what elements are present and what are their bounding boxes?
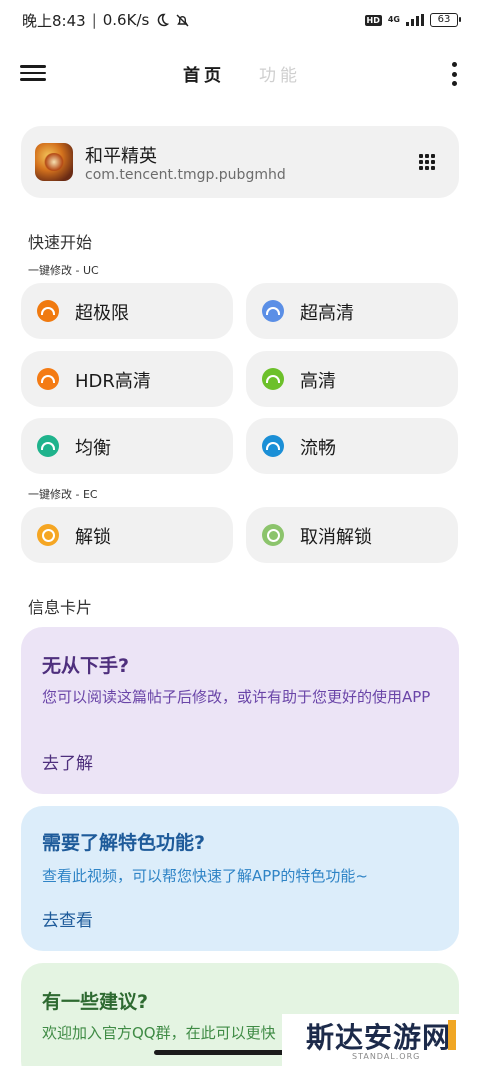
watermark-name: 斯达安游网 xyxy=(306,1021,452,1054)
info-card-body: 您可以阅读这篇帖子后修改，或许有助于您更好的使用APP xyxy=(42,688,431,706)
quick-start-title: 快速开始 xyxy=(28,233,93,252)
speedometer-icon xyxy=(37,368,59,390)
app-grid-icon[interactable] xyxy=(419,154,435,170)
speedometer-icon xyxy=(262,300,284,322)
top-app-bar: 首页 功能 xyxy=(0,48,480,98)
option-balanced[interactable]: 均衡 xyxy=(21,418,233,474)
bell-off-icon xyxy=(175,13,190,28)
more-options-icon[interactable] xyxy=(444,62,464,86)
info-card-body: 欢迎加入官方QQ群，在此可以更快 xyxy=(42,1024,276,1042)
hd-badge: HD xyxy=(364,14,382,26)
battery-icon: 63 xyxy=(430,13,461,27)
speedometer-icon xyxy=(37,435,59,457)
option-hd[interactable]: 高清 xyxy=(246,351,458,407)
info-card-body: 查看此视频，可以帮您快速了解APP的特色功能~ xyxy=(42,867,368,885)
network-type: 4G xyxy=(387,15,400,24)
option-smooth[interactable]: 流畅 xyxy=(246,418,458,474)
info-card-title: 无从下手? xyxy=(42,655,130,677)
tab-home[interactable]: 首页 xyxy=(183,61,225,86)
info-cards-title: 信息卡片 xyxy=(28,598,93,617)
info-card-title: 有一些建议? xyxy=(42,991,149,1013)
uc-section-label: 一键修改 - UC xyxy=(28,264,99,277)
status-net-speed: 0.6K/s xyxy=(102,11,150,29)
option-cancel-unlock[interactable]: 取消解锁 xyxy=(246,507,458,563)
speedometer-icon xyxy=(37,300,59,322)
watermark-accent-bar xyxy=(448,1020,456,1050)
learn-more-link[interactable]: 去了解 xyxy=(42,749,93,774)
cancel-unlock-icon xyxy=(262,524,284,546)
menu-icon[interactable] xyxy=(20,60,46,86)
game-app-icon xyxy=(35,143,73,181)
info-card-guide: 无从下手? 您可以阅读这篇帖子后修改，或许有助于您更好的使用APP 去了解 xyxy=(21,627,459,794)
moon-icon xyxy=(155,13,170,27)
signal-icon xyxy=(406,14,424,26)
status-time: 晚上8:43 xyxy=(22,11,86,30)
option-ultra-hd[interactable]: 超高清 xyxy=(246,283,458,339)
speedometer-icon xyxy=(262,368,284,390)
info-card-title: 需要了解特色功能? xyxy=(42,832,206,854)
selected-app-card[interactable]: 和平精英 com.tencent.tmgp.pubgmhd xyxy=(21,126,459,198)
option-ultra-extreme[interactable]: 超极限 xyxy=(21,283,233,339)
unlock-icon xyxy=(37,524,59,546)
app-name: 和平精英 xyxy=(85,146,157,167)
option-unlock[interactable]: 解锁 xyxy=(21,507,233,563)
speedometer-icon xyxy=(262,435,284,457)
info-card-features: 需要了解特色功能? 查看此视频，可以帮您快速了解APP的特色功能~ 去查看 xyxy=(21,806,459,951)
watermark-domain: STANDAL.ORG xyxy=(352,1052,421,1061)
site-watermark: 斯达安游网 STANDAL.ORG xyxy=(282,1014,462,1066)
option-hdr-hd[interactable]: HDR高清 xyxy=(21,351,233,407)
status-bar: 晚上8:43 | 0.6K/s HD 4G 63 xyxy=(0,0,480,40)
tab-function[interactable]: 功能 xyxy=(259,61,301,86)
app-package-name: com.tencent.tmgp.pubgmhd xyxy=(85,167,286,183)
watch-video-link[interactable]: 去查看 xyxy=(42,906,93,931)
ec-section-label: 一键修改 - EC xyxy=(28,488,98,501)
